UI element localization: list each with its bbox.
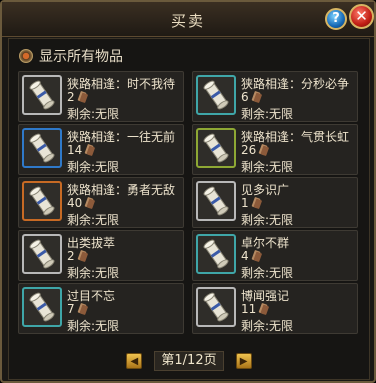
item-slot[interactable] [196, 234, 236, 274]
scroll-icon [29, 186, 55, 216]
item-remaining: 剩余:无限 [67, 213, 120, 227]
window-title: 买卖 [170, 12, 205, 30]
item-slot[interactable] [22, 75, 62, 115]
filter-label: 显示所有物品 [39, 49, 123, 65]
item-remaining: 剩余:无限 [241, 319, 294, 333]
item-price: 11 [241, 302, 270, 316]
item-price-value: 6 [241, 90, 249, 104]
item-card[interactable]: 出类拔萃 2 剩余:无限 [18, 230, 184, 281]
scroll-icon [203, 292, 229, 322]
item-price-value: 26 [241, 143, 257, 157]
item-remaining: 剩余:无限 [67, 107, 120, 121]
currency-icon [85, 144, 96, 156]
item-price: 40 [67, 196, 96, 210]
scroll-icon [203, 133, 229, 163]
scroll-icon [203, 186, 229, 216]
scroll-icon [203, 80, 229, 110]
page-indicator: 第1/12页 [154, 351, 224, 371]
currency-icon [77, 91, 88, 103]
item-price: 1 [241, 196, 263, 210]
scroll-icon [29, 239, 55, 269]
pager: ◀ 第1/12页 ▶ [9, 351, 369, 371]
item-price-value: 11 [241, 302, 257, 316]
item-card[interactable]: 狭路相逢：勇者无敌 40 剩余:无限 [18, 177, 184, 228]
scroll-icon [29, 292, 55, 322]
item-slot[interactable] [22, 234, 62, 274]
item-price-value: 7 [67, 302, 75, 316]
item-price-value: 14 [67, 143, 83, 157]
currency-icon [77, 303, 88, 315]
item-remaining: 剩余:无限 [241, 160, 294, 174]
item-slot[interactable] [196, 287, 236, 327]
item-remaining: 剩余:无限 [241, 213, 294, 227]
item-slot[interactable] [22, 287, 62, 327]
currency-icon [259, 144, 270, 156]
item-card[interactable]: 狭路相逢：气贯长虹 26 剩余:无限 [192, 124, 358, 175]
item-grid: 狭路相逢：时不我待 2 剩余:无限 狭路相逢：分秒必争 6 剩余:无限 狭路相逢… [18, 71, 360, 334]
trade-window: 买卖 ? ✕ 显示所有物品 狭路相逢：时不我待 2 剩余:无限 狭路相逢：分秒必… [0, 0, 376, 383]
item-remaining: 剩余:无限 [241, 107, 294, 121]
item-card[interactable]: 狭路相逢：一往无前 14 剩余:无限 [18, 124, 184, 175]
item-card[interactable]: 博闻强记 11 剩余:无限 [192, 283, 358, 334]
currency-icon [251, 91, 262, 103]
item-card[interactable]: 见多识广 1 剩余:无限 [192, 177, 358, 228]
item-price: 4 [241, 249, 263, 263]
currency-icon [259, 303, 270, 315]
currency-icon [85, 197, 96, 209]
item-price-value: 1 [241, 196, 249, 210]
radio-icon[interactable] [19, 49, 33, 63]
currency-icon [251, 250, 262, 262]
next-page-button[interactable]: ▶ [235, 353, 252, 369]
item-slot[interactable] [22, 128, 62, 168]
item-slot[interactable] [22, 181, 62, 221]
item-slot[interactable] [196, 75, 236, 115]
item-slot[interactable] [196, 181, 236, 221]
item-remaining: 剩余:无限 [241, 266, 294, 280]
scroll-icon [29, 80, 55, 110]
item-price: 7 [67, 302, 89, 316]
title-bar[interactable]: 买卖 ? ✕ [2, 2, 374, 37]
prev-page-button[interactable]: ◀ [126, 353, 143, 369]
currency-icon [77, 250, 88, 262]
item-card[interactable]: 狭路相逢：分秒必争 6 剩余:无限 [192, 71, 358, 122]
item-slot[interactable] [196, 128, 236, 168]
item-price: 6 [241, 90, 263, 104]
item-card[interactable]: 狭路相逢：时不我待 2 剩余:无限 [18, 71, 184, 122]
item-price-value: 2 [67, 249, 75, 263]
show-all-filter[interactable]: 显示所有物品 [19, 47, 123, 65]
item-price: 2 [67, 249, 89, 263]
item-remaining: 剩余:无限 [67, 319, 120, 333]
item-price-value: 4 [241, 249, 249, 263]
item-remaining: 剩余:无限 [67, 160, 120, 174]
item-price-value: 2 [67, 90, 75, 104]
help-button[interactable]: ? [325, 8, 347, 30]
item-panel: 显示所有物品 狭路相逢：时不我待 2 剩余:无限 狭路相逢：分秒必争 6 剩余:… [8, 38, 370, 380]
item-card[interactable]: 过目不忘 7 剩余:无限 [18, 283, 184, 334]
currency-icon [251, 197, 262, 209]
item-price: 2 [67, 90, 89, 104]
item-price-value: 40 [67, 196, 83, 210]
item-card[interactable]: 卓尔不群 4 剩余:无限 [192, 230, 358, 281]
scroll-icon [29, 133, 55, 163]
item-price: 26 [241, 143, 270, 157]
item-remaining: 剩余:无限 [67, 266, 120, 280]
scroll-icon [203, 239, 229, 269]
close-button[interactable]: ✕ [349, 4, 374, 29]
item-price: 14 [67, 143, 96, 157]
